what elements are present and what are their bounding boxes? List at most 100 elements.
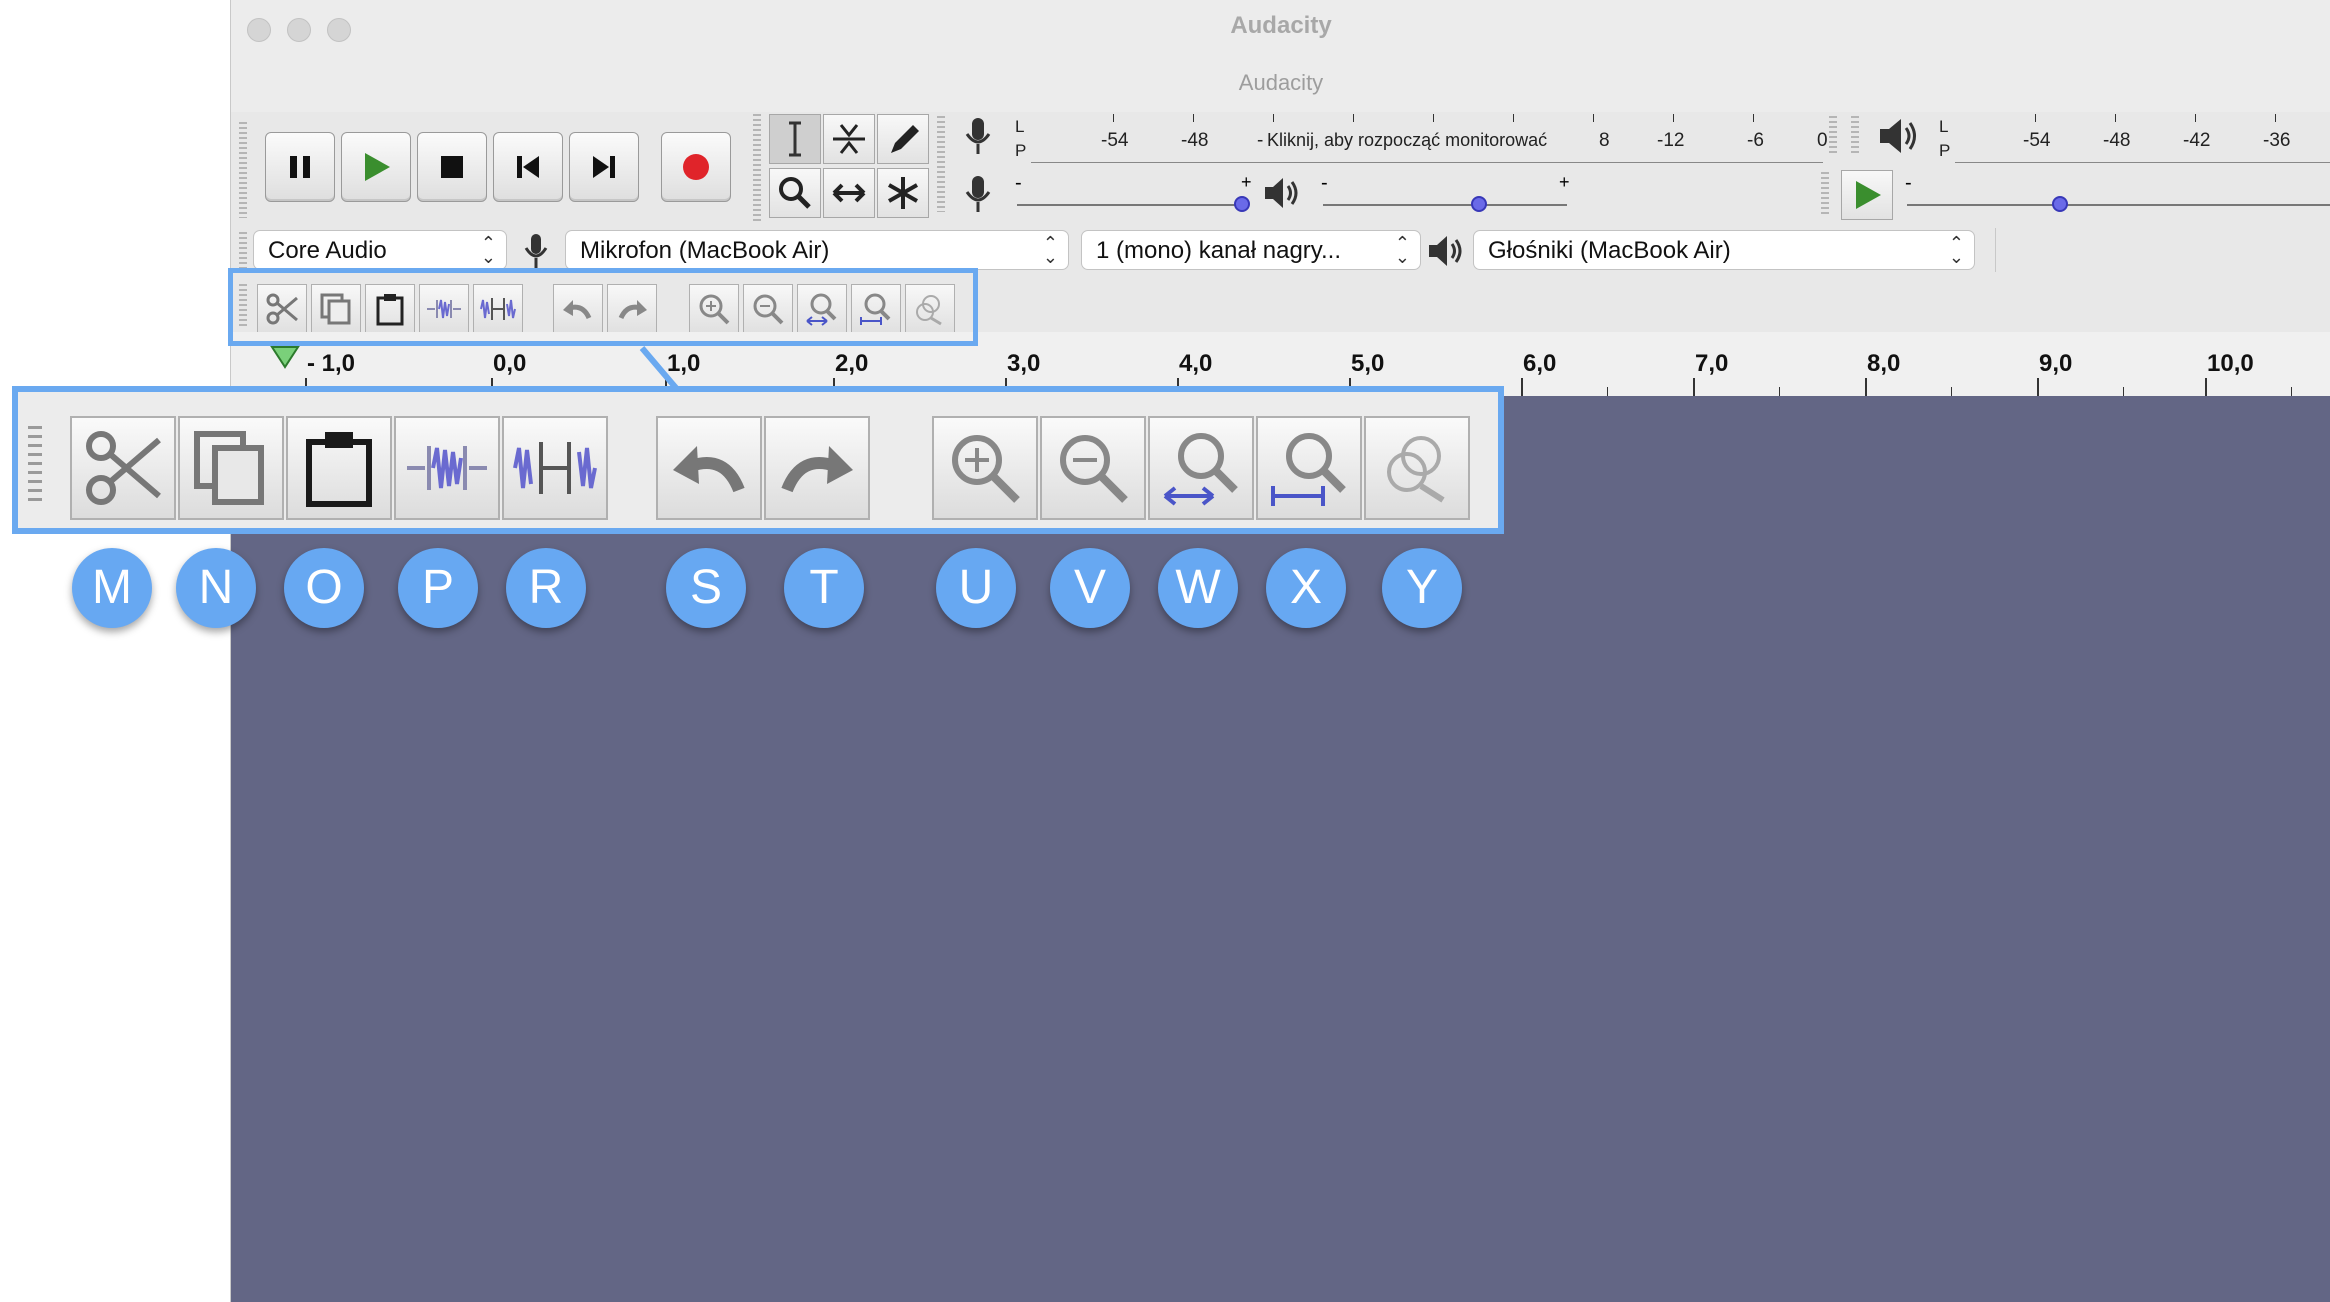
playback-device-select[interactable]: Głośniki (MacBook Air) ⌃ ⌄ [1473,230,1975,270]
play-speed-track[interactable] [1907,204,2330,206]
fit-selection-icon [1163,433,1238,506]
meter-tick-label: - [1257,130,1264,151]
pause-icon [290,156,310,178]
meter-p-label: P [1939,141,1951,160]
meter-tick-label: -54 [2023,130,2051,151]
draw-tool-icon [891,125,919,153]
callout-badge-trim: P [398,548,478,628]
title-bar: Audacity Audacity [231,0,2330,113]
envelope-tool-button[interactable] [823,114,875,164]
meter-tick-label: -36 [2263,130,2291,151]
chevron-updown-icon: ⌃ ⌄ [480,233,496,267]
play-speed-slider[interactable] [2051,196,2068,212]
draw-tool-button[interactable] [877,114,929,164]
chevron-updown-icon: ⌃ ⌄ [1042,233,1058,267]
toolbar-divider [1995,228,1996,272]
selection-tool-icon [789,121,801,157]
meter-tick-label: -48 [1181,130,1209,151]
ruler-label: 7,0 [1695,350,1729,377]
transport-toolbar-grip[interactable] [239,122,247,218]
callout-badge-cut: M [72,548,152,628]
play-at-speed-grip[interactable] [1821,172,1829,216]
meter-tick-label: 8 [1599,130,1610,151]
zoom-toggle-button-magnified[interactable] [1364,416,1470,520]
skip-to-end-button[interactable] [569,132,639,202]
callout-badge-undo: S [666,548,746,628]
zoom-toggle-icon [1387,436,1445,503]
ruler-label: 3,0 [1007,350,1041,377]
meter-tick-label: -12 [1657,130,1685,151]
monitoring-prompt[interactable]: Kliknij, aby rozpocząć monitorować [1267,130,1547,151]
playback-device-value: Głośniki (MacBook Air) [1488,237,1731,264]
stop-button[interactable] [417,132,487,202]
callout-connector [639,346,679,390]
meter-tick-label: -48 [2103,130,2131,151]
meter-tick-label: -6 [1747,130,1764,151]
play-at-speed-button[interactable] [1841,170,1893,220]
ruler-label: 0,0 [493,350,527,377]
play-icon [365,153,390,181]
fit-selection-button-magnified[interactable] [1148,416,1254,520]
ruler-label: 8,0 [1867,350,1901,377]
playback-meter-grip[interactable] [1851,116,1859,156]
recording-device-select[interactable]: Mikrofon (MacBook Air) ⌃ ⌄ [565,230,1069,270]
slider-max-label: + [1559,172,1570,192]
recording-meter[interactable]: -54 -48 - Kliknij, aby rozpocząć monitor… [1031,114,1828,163]
tools-toolbar-grip[interactable] [753,114,761,224]
callout-badge-redo: T [784,548,864,628]
paste-button-magnified[interactable] [286,416,392,520]
window-subtitle: Audacity [1238,70,1324,95]
playback-meter-speaker-icon[interactable] [1877,116,1921,161]
recording-meter-grip[interactable] [937,116,945,212]
recording-volume-track[interactable] [1017,204,1249,206]
callout-badge-copy: N [176,548,256,628]
meter-l-label: L [1015,117,1025,136]
playback-volume-slider[interactable] [1471,196,1488,212]
skip-to-start-button[interactable] [493,132,563,202]
playback-meter[interactable]: -54 -48 -42 -36 [1955,114,2330,163]
silence-audio-button-magnified[interactable] [502,416,608,520]
zoom-tool-button[interactable] [769,168,821,218]
multi-tool-button[interactable] [877,168,929,218]
selection-tool-button[interactable] [769,114,821,164]
cut-button-magnified[interactable] [70,416,176,520]
ruler-label: 9,0 [2039,350,2073,377]
ruler-label: 6,0 [1523,350,1557,377]
time-shift-tool-button[interactable] [823,168,875,218]
redo-button-magnified[interactable] [764,416,870,520]
record-button[interactable] [661,132,731,202]
envelope-tool-icon [833,124,865,154]
callout-badge-zoom-in: U [936,548,1016,628]
silence-audio-icon [513,442,597,494]
playback-volume-track[interactable] [1323,204,1567,206]
play-button[interactable] [341,132,411,202]
redo-icon [781,446,853,493]
audio-host-select[interactable]: Core Audio ⌃ ⌄ [253,230,507,270]
zoom-in-icon [952,435,1020,503]
fit-project-button-magnified[interactable] [1256,416,1362,520]
ruler-label: 4,0 [1179,350,1213,377]
play-head-icon[interactable] [269,344,301,375]
trim-audio-button-magnified[interactable] [394,416,500,520]
recording-channels-select[interactable]: 1 (mono) kanał nagry... ⌃ ⌄ [1081,230,1421,270]
zoom-out-button-magnified[interactable] [1040,416,1146,520]
device-toolbar-grip[interactable] [239,232,247,272]
zoom-in-button-magnified[interactable] [932,416,1038,520]
pause-button[interactable] [265,132,335,202]
record-icon [683,154,709,180]
undo-icon [673,446,745,493]
copy-button-magnified[interactable] [178,416,284,520]
undo-button-magnified[interactable] [656,416,762,520]
chevron-updown-icon: ⌃ ⌄ [1394,233,1410,267]
window-title: Audacity [1230,12,1332,39]
meter-tick-label: 0 [1817,130,1828,151]
toolbar-grip-magnified [28,426,42,506]
ruler-label: 10,0 [2207,350,2254,377]
recording-volume-slider[interactable] [1234,196,1251,212]
microphone-icon[interactable] [961,116,995,161]
meter-tick-label: -54 [1101,130,1129,151]
playback-volume-icon [1263,176,1301,215]
zoom-tool-icon [779,177,811,209]
fit-project-icon [1271,433,1346,506]
ruler-label: 5,0 [1351,350,1385,377]
